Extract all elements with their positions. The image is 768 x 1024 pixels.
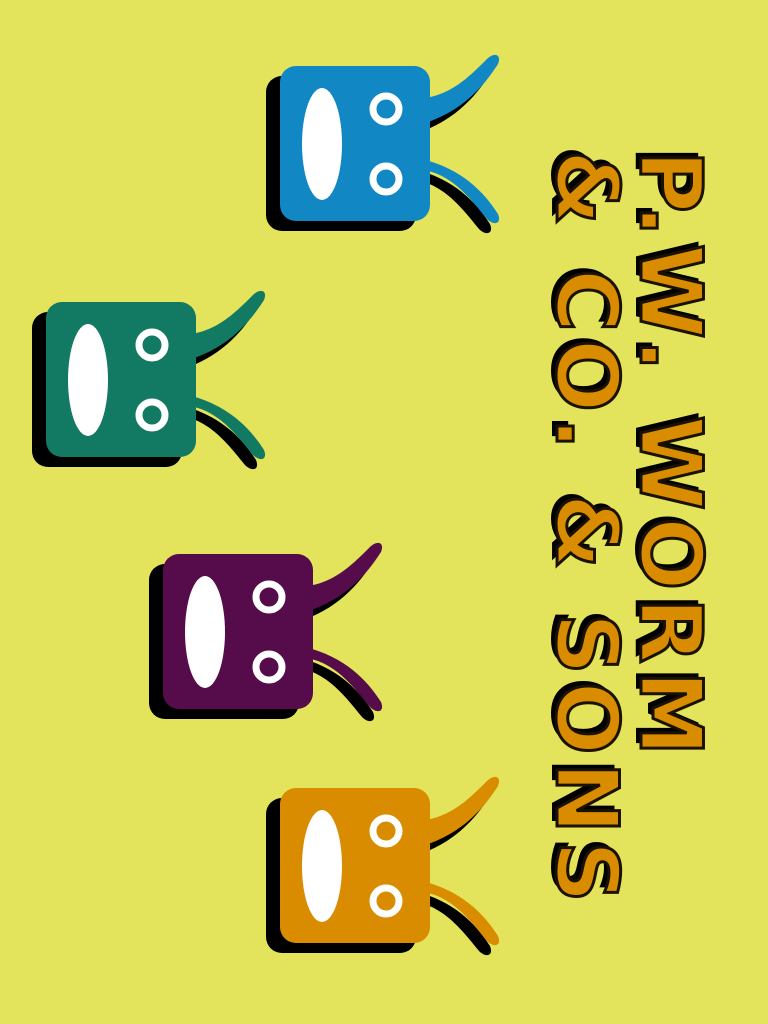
worm-drawing <box>266 776 500 956</box>
mouth <box>302 810 342 922</box>
orange-worm[interactable] <box>262 766 522 966</box>
green-worm[interactable] <box>28 280 288 480</box>
purple-worm[interactable] <box>145 532 405 732</box>
worm-drawing <box>149 542 383 722</box>
mouth <box>302 88 342 200</box>
mouth <box>68 324 108 436</box>
worm-drawing <box>266 54 500 234</box>
splash-screen: P.W. WORM & CO. & SONS <box>0 0 768 1024</box>
mouth <box>185 576 225 688</box>
game-title: P.W. WORM & CO. & SONS <box>535 149 732 912</box>
worm-drawing <box>32 290 266 470</box>
blue-worm[interactable] <box>262 44 522 244</box>
game-title-line-2: & CO. & SONS <box>535 149 638 912</box>
